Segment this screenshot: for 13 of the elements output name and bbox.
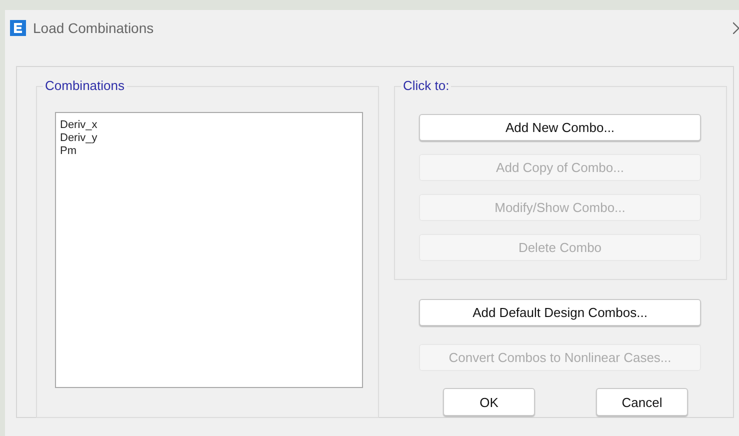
close-icon[interactable] (733, 22, 739, 34)
group-title: Click to: (401, 78, 452, 93)
list-item[interactable]: Deriv_y (60, 132, 358, 145)
action-button[interactable]: OK (443, 388, 535, 416)
action-button[interactable]: Cancel (596, 388, 688, 416)
combinations-list[interactable]: Deriv_x Deriv_y Pm (55, 112, 363, 388)
list-item[interactable]: Pm (60, 145, 358, 158)
list-item[interactable]: Deriv_x (60, 119, 358, 132)
group-title: Combinations (43, 78, 126, 93)
action-button[interactable]: Add New Combo... (419, 114, 701, 141)
app-icon (10, 20, 26, 36)
window-title: Load Combinations (33, 20, 154, 36)
action-button[interactable]: Add Default Design Combos... (419, 299, 701, 326)
